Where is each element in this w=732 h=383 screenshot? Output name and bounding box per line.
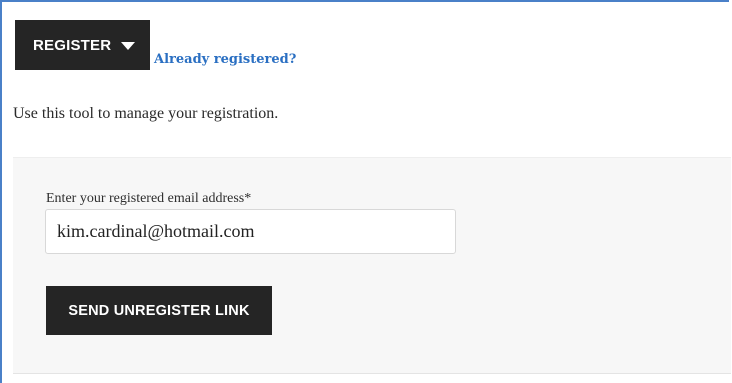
register-button-label: REGISTER: [33, 36, 112, 54]
send-unregister-link-button[interactable]: SEND UNREGISTER LINK: [46, 286, 272, 335]
unregister-form-panel: Enter your registered email address* SEN…: [13, 157, 731, 374]
caret-down-icon: [121, 41, 136, 50]
email-field[interactable]: [45, 209, 456, 254]
register-dropdown-button[interactable]: REGISTER: [15, 20, 150, 70]
already-registered-link[interactable]: Already registered?: [154, 52, 296, 67]
page-frame: REGISTER Already registered? Use this to…: [0, 0, 731, 383]
intro-text: Use this tool to manage your registratio…: [13, 105, 279, 122]
email-field-label: Enter your registered email address*: [46, 191, 252, 206]
